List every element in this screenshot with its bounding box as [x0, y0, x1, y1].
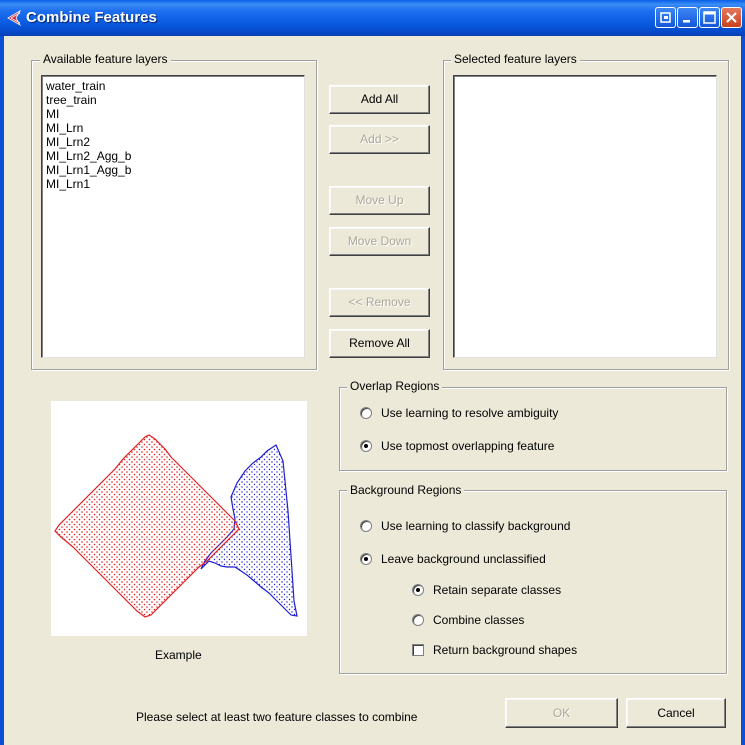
- move-down-button[interactable]: Move Down: [329, 227, 430, 256]
- list-item[interactable]: MI_Lrn2: [42, 135, 304, 149]
- title-bar[interactable]: Combine Features: [0, 0, 745, 36]
- radio-button[interactable]: [360, 520, 372, 532]
- minimize-button[interactable]: [677, 7, 698, 28]
- available-layers-legend: Available feature layers: [40, 52, 171, 66]
- overlap-regions-group: [339, 387, 727, 471]
- radio-button[interactable]: [360, 407, 372, 419]
- background-regions-legend: Background Regions: [347, 483, 465, 497]
- example-caption: Example: [155, 648, 202, 662]
- available-layers-list[interactable]: water_train tree_train MI MI_Lrn MI_Lrn2 MI_L…: [41, 75, 305, 358]
- close-icon: [726, 12, 737, 23]
- overlap-regions-legend: Overlap Regions: [347, 379, 443, 393]
- list-item[interactable]: MI_Lrn1: [42, 177, 304, 191]
- list-item[interactable]: MI: [42, 107, 304, 121]
- maximize-button[interactable]: [699, 7, 720, 28]
- window-title: Combine Features: [26, 9, 157, 26]
- combine-features-dialog: Combine Features Available feature layer…: [0, 0, 745, 745]
- selected-layers-legend: Selected feature layers: [451, 52, 580, 66]
- radio-button[interactable]: [360, 553, 372, 565]
- list-item[interactable]: MI_Lrn: [42, 121, 304, 135]
- restore-icon: [660, 12, 671, 23]
- return-background-shapes-checkbox[interactable]: [412, 644, 424, 656]
- maximize-icon: [703, 11, 716, 24]
- red-feature-shape: [54, 434, 240, 618]
- list-item[interactable]: MI_Lrn2_Agg_b: [42, 149, 304, 163]
- remove-button[interactable]: << Remove: [329, 288, 430, 317]
- radio-button[interactable]: [412, 584, 424, 596]
- list-item[interactable]: water_train: [42, 79, 304, 93]
- move-up-button[interactable]: Move Up: [329, 186, 430, 215]
- add-all-button[interactable]: Add All: [329, 85, 430, 114]
- remove-all-button[interactable]: Remove All: [329, 329, 430, 358]
- window-frame-right: [741, 36, 745, 745]
- restore-button[interactable]: [655, 7, 676, 28]
- cancel-button[interactable]: Cancel: [626, 698, 726, 728]
- example-overlap-graphic: [54, 434, 298, 618]
- selected-layers-list[interactable]: [453, 75, 717, 358]
- example-image: [51, 401, 307, 636]
- status-message: Please select at least two feature class…: [136, 710, 418, 724]
- list-item[interactable]: tree_train: [42, 93, 304, 107]
- radio-button[interactable]: [360, 440, 372, 452]
- radio-button[interactable]: [412, 614, 424, 626]
- window-frame-left: [0, 36, 4, 745]
- list-item[interactable]: MI_Lrn1_Agg_b: [42, 163, 304, 177]
- ok-button[interactable]: OK: [505, 698, 618, 728]
- app-icon: [6, 9, 22, 29]
- minimize-icon: [683, 20, 690, 23]
- add-button[interactable]: Add >>: [329, 125, 430, 154]
- close-button[interactable]: [721, 7, 742, 28]
